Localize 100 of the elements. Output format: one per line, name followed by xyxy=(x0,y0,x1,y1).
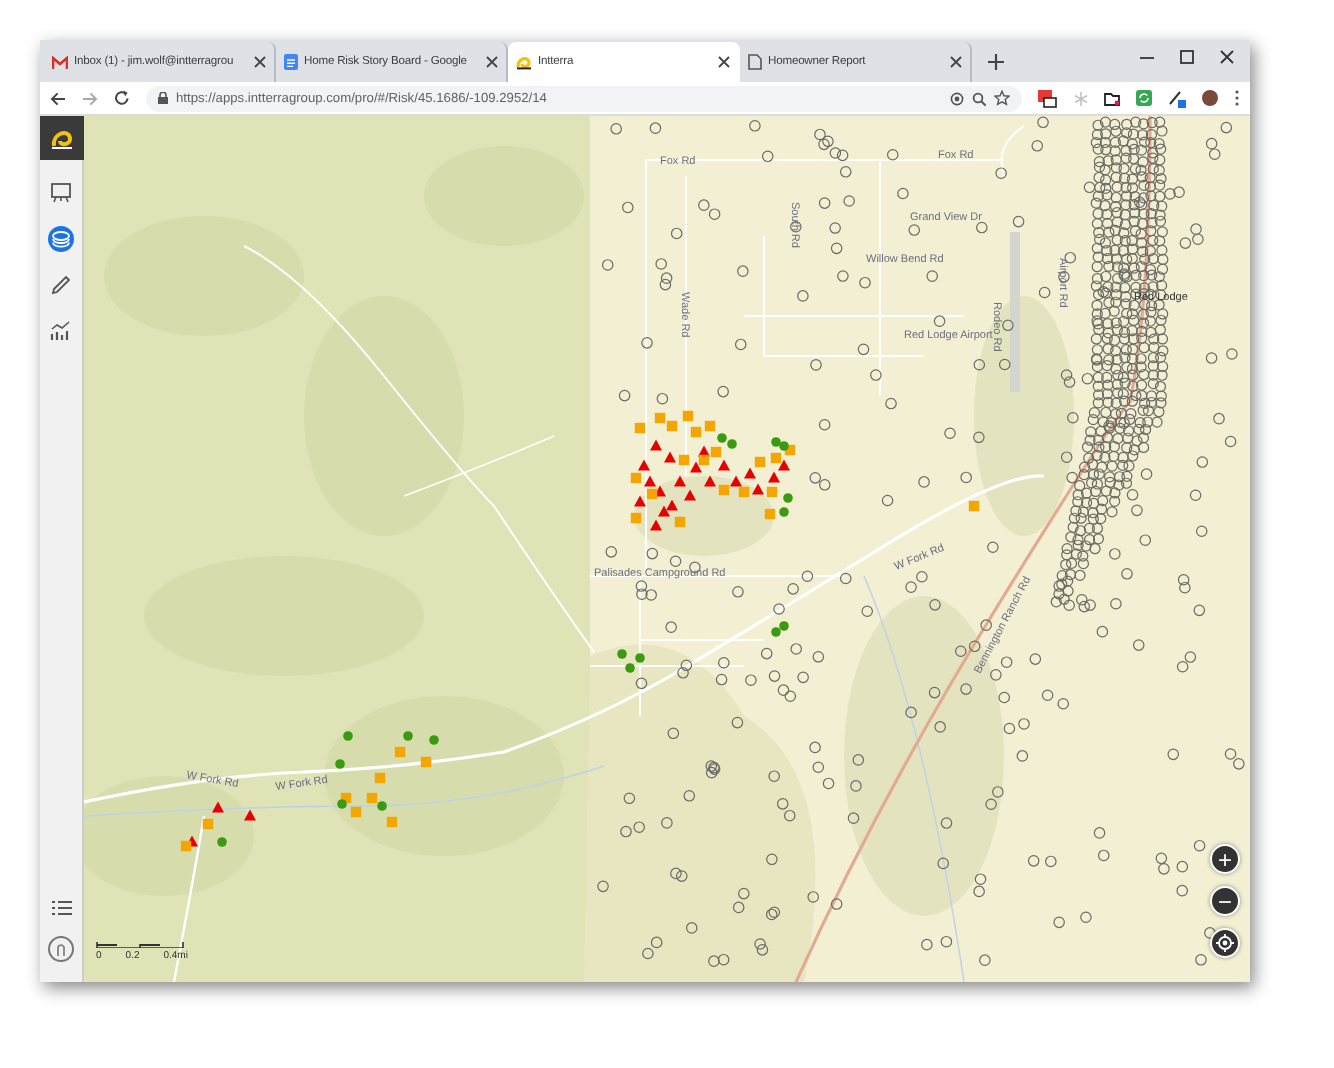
maximize-button[interactable] xyxy=(1180,50,1194,65)
square-marker[interactable] xyxy=(682,410,694,422)
square-marker[interactable] xyxy=(718,484,730,496)
square-marker[interactable] xyxy=(374,772,386,784)
app-logo[interactable] xyxy=(39,116,83,160)
dot-marker[interactable] xyxy=(217,837,227,847)
zoom-icon xyxy=(972,91,986,106)
dot-marker[interactable] xyxy=(779,507,789,517)
more-icon xyxy=(1234,90,1240,107)
square-marker[interactable] xyxy=(678,454,690,466)
square-marker[interactable] xyxy=(770,452,782,464)
triangle-marker[interactable] xyxy=(768,471,780,483)
compass-button[interactable] xyxy=(48,936,74,962)
triangle-marker[interactable] xyxy=(752,483,764,495)
triangle-marker[interactable] xyxy=(674,475,686,487)
triangle-marker[interactable] xyxy=(684,489,696,501)
triangle-marker[interactable] xyxy=(718,459,730,471)
dot-marker[interactable] xyxy=(377,801,387,811)
triangle-marker[interactable] xyxy=(650,439,662,451)
dot-marker[interactable] xyxy=(771,627,781,637)
square-marker[interactable] xyxy=(420,756,432,768)
square-marker[interactable] xyxy=(754,456,766,468)
dot-marker[interactable] xyxy=(429,735,439,745)
triangle-marker[interactable] xyxy=(654,485,666,497)
square-marker[interactable] xyxy=(698,454,710,466)
avatar-icon[interactable] xyxy=(1202,90,1218,107)
scale-bar-icon xyxy=(96,942,184,948)
square-marker[interactable] xyxy=(766,486,778,498)
close-window-button[interactable] xyxy=(1220,50,1234,65)
square-marker[interactable] xyxy=(654,412,666,424)
close-icon xyxy=(486,56,498,69)
dot-marker[interactable] xyxy=(727,439,737,449)
close-tab-button[interactable] xyxy=(254,56,266,69)
square-marker[interactable] xyxy=(202,818,214,830)
triangle-marker[interactable] xyxy=(212,801,224,813)
lock-icon xyxy=(158,92,168,105)
triangle-marker[interactable] xyxy=(644,475,656,487)
document-icon xyxy=(284,54,298,71)
triangle-marker[interactable] xyxy=(634,495,646,507)
square-marker[interactable] xyxy=(704,420,716,432)
close-tab-button[interactable] xyxy=(718,56,730,69)
new-tab-button[interactable] xyxy=(988,54,1004,71)
square-marker[interactable] xyxy=(710,446,722,458)
sidebar-button[interactable] xyxy=(48,180,74,206)
maximize-icon xyxy=(1180,50,1194,65)
triangle-marker[interactable] xyxy=(650,519,662,531)
square-marker[interactable] xyxy=(646,488,658,500)
sidebar-button[interactable] xyxy=(48,272,74,298)
dot-marker[interactable] xyxy=(625,663,635,673)
chart-icon xyxy=(50,320,72,342)
list-button[interactable] xyxy=(51,900,71,916)
triangle-marker[interactable] xyxy=(744,467,756,479)
dot-marker[interactable] xyxy=(337,799,347,809)
square-marker[interactable] xyxy=(350,806,362,818)
square-marker[interactable] xyxy=(394,746,406,758)
dot-marker[interactable] xyxy=(635,653,645,663)
close-tab-button[interactable] xyxy=(950,56,962,69)
dot-marker[interactable] xyxy=(617,649,627,659)
dot-marker[interactable] xyxy=(335,759,345,769)
dot-marker[interactable] xyxy=(779,621,789,631)
square-marker[interactable] xyxy=(738,486,750,498)
dot-marker[interactable] xyxy=(771,437,781,447)
square-marker[interactable] xyxy=(968,500,980,512)
triangle-marker[interactable] xyxy=(664,451,676,463)
page-icon xyxy=(748,54,762,71)
dot-marker[interactable] xyxy=(779,441,789,451)
close-icon xyxy=(950,56,962,69)
square-marker[interactable] xyxy=(690,426,702,438)
square-marker[interactable] xyxy=(764,508,776,520)
dot-marker[interactable] xyxy=(343,731,353,741)
dot-marker[interactable] xyxy=(717,433,727,443)
dot-marker[interactable] xyxy=(783,493,793,503)
triangle-marker[interactable] xyxy=(666,499,678,511)
calendar-icon xyxy=(1038,89,1058,108)
dot-marker[interactable] xyxy=(403,731,413,741)
list-icon xyxy=(51,900,71,916)
triangle-marker[interactable] xyxy=(704,475,716,487)
square-marker[interactable] xyxy=(630,512,642,524)
swirl-logo-icon xyxy=(49,126,73,150)
triangle-marker[interactable] xyxy=(778,459,790,471)
triangle-marker[interactable] xyxy=(690,461,702,473)
square-marker[interactable] xyxy=(666,420,678,432)
close-icon xyxy=(254,56,266,69)
sidebar-button[interactable] xyxy=(48,226,74,252)
board-icon xyxy=(50,182,72,204)
square-marker[interactable] xyxy=(366,792,378,804)
close-icon xyxy=(718,56,730,69)
triangle-marker[interactable] xyxy=(730,475,742,487)
square-marker[interactable] xyxy=(634,422,646,434)
sidebar-button[interactable] xyxy=(48,318,74,344)
mail-icon xyxy=(52,55,68,70)
square-marker[interactable] xyxy=(386,816,398,828)
triangle-marker[interactable] xyxy=(658,505,670,517)
triangle-marker[interactable] xyxy=(244,809,256,821)
square-marker[interactable] xyxy=(630,472,642,484)
triangle-marker[interactable] xyxy=(638,459,650,471)
square-marker[interactable] xyxy=(674,516,686,528)
square-marker[interactable] xyxy=(180,840,192,852)
layers-icon xyxy=(50,228,72,250)
close-tab-button[interactable] xyxy=(486,56,498,69)
